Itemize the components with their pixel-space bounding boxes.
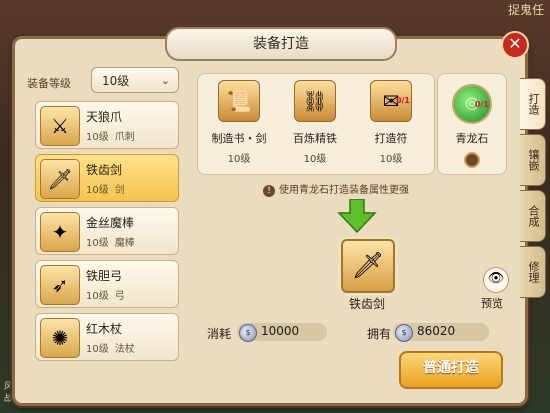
item-level: 10级 [86,132,109,143]
material-slot[interactable]: 📜 制造书・剑 10级 [208,80,270,170]
result-sword-icon[interactable]: 🗡 [341,239,395,293]
side-tabs: 打造 镶嵌 合成 修理 [520,78,546,302]
item-meta: 10级弓 [86,287,131,302]
stone-count: 0/1 [474,100,489,109]
item-type: 魔棒 [114,238,135,249]
stone-box[interactable]: ◎ 0/1 青龙石 [437,73,507,175]
forge-detail-column: 📜 制造书・剑 10级 ⛓ 百炼精铁 10级 ✉ 0/1 打造符 10级 ◎ 0/1… [193,67,513,395]
item-meta: 10级剑 [86,181,131,196]
close-button[interactable]: ✕ [501,31,529,59]
refined-iron-icon: ⛓ [294,80,336,122]
chevron-down-icon: ⌄ [160,74,170,87]
level-selected-value: 10级 [102,74,130,88]
hint-text: 使用青龙石打造装备属性更强 [279,185,409,196]
material-level: 10级 [227,154,251,165]
material-slot[interactable]: ✉ 0/1 打造符 10级 [360,80,422,170]
forge-book-icon: 📜 [218,80,260,122]
equipment-list-column: 装备等级 10级 ⌄ ⚔ 天狼爪 10级 爪刺 🗡 铁齿剑 10级剑 ✦ 金丝魔棒… [21,67,181,395]
normal-forge-button[interactable]: 普通打造 [399,351,503,389]
material-level: 10级 [379,154,403,165]
material-level: 10级 [303,154,327,165]
own-bar: $ 86020 [393,323,489,342]
item-level: 10级 [86,185,109,196]
item-type: 爪刺 [114,132,135,143]
list-item[interactable]: ✦ 金丝魔棒 10级 魔棒 [35,207,179,255]
forge-panel: 装备打造 ✕ 装备等级 10级 ⌄ ⚔ 天狼爪 10级 爪刺 🗡 铁齿剑 10级剑… [12,27,529,406]
item-type: 法杖 [114,344,135,355]
material-name: 制造书・剑 [211,132,267,145]
material-name: 打造符 [374,132,408,145]
item-level: 10级 [86,344,109,355]
info-icon: ! [263,185,275,197]
own-value: 86020 [417,324,456,338]
material-glyph: 📜 [226,89,252,113]
cost-row: 消耗 $ 10000 拥有 $ 86020 [207,323,507,343]
item-name: 铁齿剑 [86,163,123,177]
tab-repair[interactable]: 修理 [520,246,546,298]
own-label: 拥有 [367,327,392,341]
equipment-list[interactable]: ⚔ 天狼爪 10级 爪刺 🗡 铁齿剑 10级剑 ✦ 金丝魔棒 10级 魔棒 ➶ 铁胆… [35,101,181,395]
item-name: 金丝魔棒 [86,216,135,230]
tab-inlay[interactable]: 镶嵌 [520,134,546,186]
tab-combine[interactable]: 合成 [520,190,546,242]
panel-title: 装备打造 [165,27,397,61]
item-meta: 10级 魔棒 [86,234,141,249]
bow-icon: ➶ [40,265,80,305]
sword-icon: 🗡 [40,159,80,199]
silver-coin-icon: $ [239,324,257,342]
list-item-selected[interactable]: 🗡 铁齿剑 10级剑 [35,154,179,202]
item-level: 10级 [86,238,109,249]
stone-name: 青龙石 [455,132,489,145]
level-dropdown[interactable]: 10级 ⌄ [91,67,179,93]
item-type: 剑 [114,185,125,196]
material-slot[interactable]: ⛓ 百炼精铁 10级 [284,80,346,170]
result-name: 铁齿剑 [348,297,385,311]
item-meta: 10级 爪刺 [86,128,141,143]
item-meta: 10级 法杖 [86,340,141,355]
cost-value: 10000 [261,324,300,338]
stone-toggle[interactable] [464,152,480,168]
corner-task-text: 捉鬼任 [507,3,544,17]
item-name: 天狼爪 [86,110,123,124]
preview-label: 预览 [481,297,503,310]
item-name: 红木杖 [86,322,123,336]
silver-coin-icon: $ [395,324,413,342]
item-name: 铁胆弓 [86,269,123,283]
item-level: 10级 [86,291,109,302]
material-count: 0/1 [395,96,410,105]
list-item[interactable]: ✺ 红木杖 10级 法杖 [35,313,179,361]
down-arrow-icon [337,199,377,233]
green-dragon-stone-icon: ◎ 0/1 [452,84,492,124]
materials-box: 📜 制造书・剑 10级 ⛓ 百炼精铁 10级 ✉ 0/1 打造符 10级 [197,73,435,175]
stone-hint: ! 使用青龙石打造装备属性更强 [263,181,409,197]
list-item[interactable]: ⚔ 天狼爪 10级 爪刺 [35,101,179,149]
item-type: 弓 [114,291,125,302]
material-name: 百炼精铁 [293,132,337,145]
staff-icon: ✺ [40,318,80,358]
forge-talisman-icon: ✉ 0/1 [370,80,412,122]
cost-label: 消耗 [207,327,232,341]
cost-bar: $ 10000 [237,323,327,342]
eye-icon[interactable]: 👁 [483,267,509,293]
material-glyph: ⛓ [302,89,328,113]
wand-icon: ✦ [40,212,80,252]
tab-forge[interactable]: 打造 [520,78,546,130]
level-label: 装备等级 [27,77,71,90]
list-item[interactable]: ➶ 铁胆弓 10级弓 [35,260,179,308]
claw-icon: ⚔ [40,106,80,146]
